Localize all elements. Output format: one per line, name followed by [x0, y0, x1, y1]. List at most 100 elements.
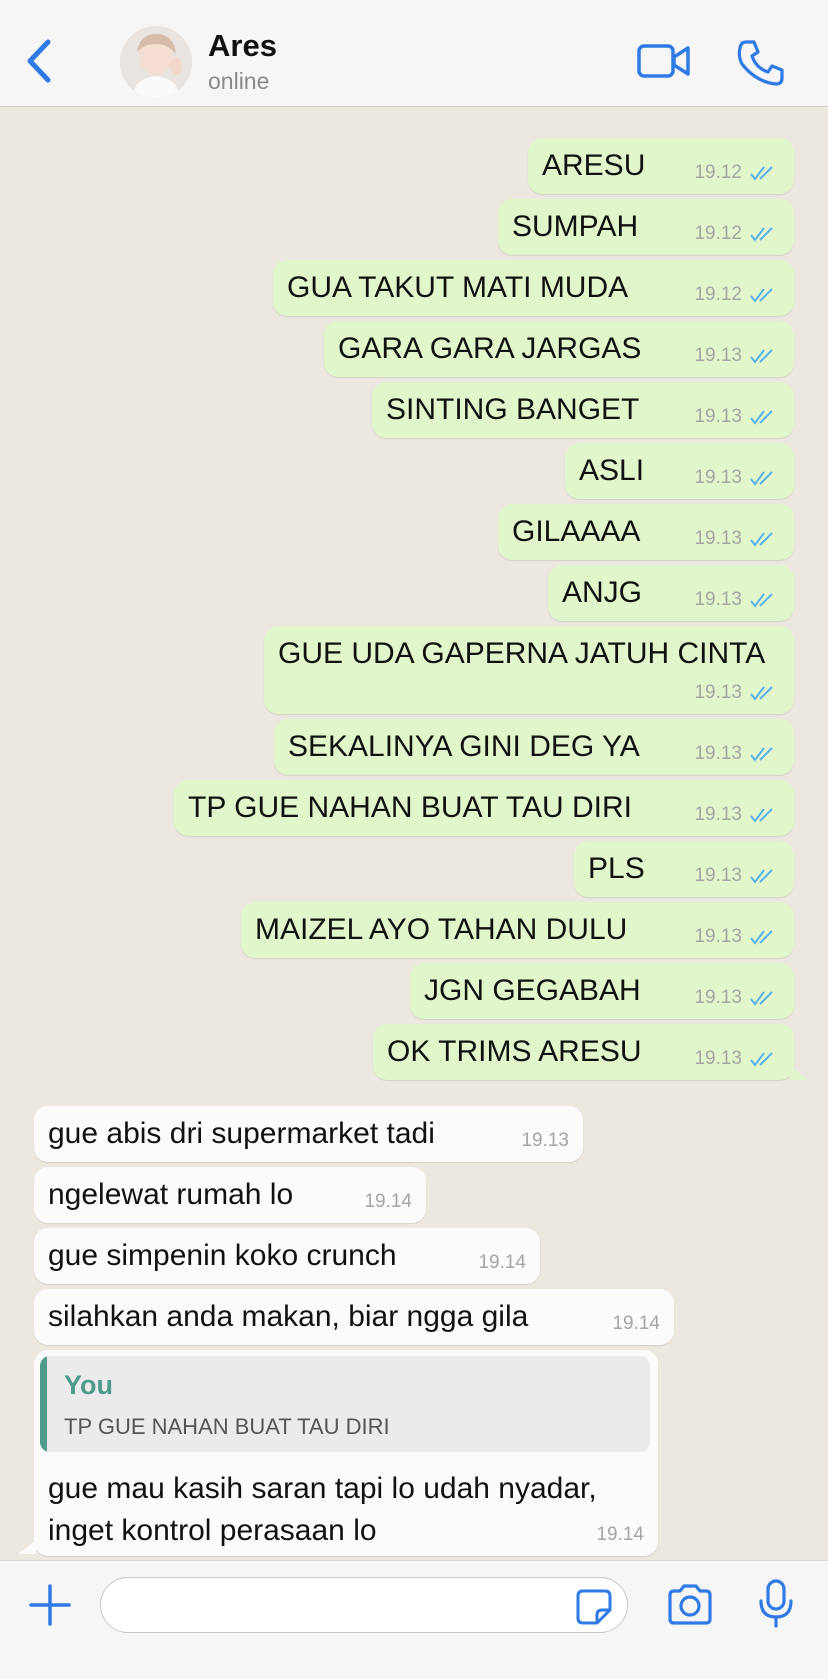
message-time: 19.14: [478, 1252, 526, 1273]
double-check-icon: [750, 808, 773, 823]
quoted-message[interactable]: You TP GUE NAHAN BUAT TAU DIRI: [40, 1356, 650, 1452]
message-meta: 19.13: [694, 926, 778, 948]
outgoing-message[interactable]: GUE UDA GAPERNA JATUH CINTA 19.13: [264, 626, 794, 714]
incoming-message[interactable]: gue simpenin koko crunch 19.14: [34, 1228, 540, 1284]
message-text: SEKALINYA GINI DEG YA: [288, 730, 640, 763]
outgoing-message[interactable]: ASLI 19.13: [565, 443, 794, 499]
contact-status: online: [208, 68, 270, 94]
message-meta: 19.13: [694, 589, 778, 611]
message-meta: 19.13: [694, 743, 778, 765]
back-button[interactable]: [22, 38, 58, 84]
sticker-button[interactable]: [575, 1588, 613, 1626]
message-time: 19.13: [694, 528, 742, 549]
message-meta: 19.12: [694, 223, 778, 245]
reply-line: gue mau kasih saran tapi lo udah nyadar,: [48, 1472, 597, 1505]
message-meta: 19.13: [694, 467, 778, 489]
double-check-icon: [750, 991, 773, 1006]
message-text: MAIZEL AYO TAHAN DULU: [255, 913, 628, 946]
outgoing-message[interactable]: SUMPAH 19.12: [498, 199, 794, 255]
double-check-icon: [750, 930, 773, 945]
message-text: SINTING BANGET: [386, 393, 640, 426]
chat-header: Ares online: [0, 0, 828, 107]
message-text: gue simpenin koko crunch: [48, 1239, 397, 1272]
message-time: 19.13: [694, 589, 742, 610]
chat-thread[interactable]: ARESU 19.12 SUMPAH 19.12 GUA TAKUT MATI …: [0, 108, 828, 1560]
message-text: SUMPAH: [512, 210, 639, 243]
message-time: 19.12: [694, 223, 742, 244]
message-meta: 19.13: [694, 682, 778, 704]
message-time: 19.13: [694, 987, 742, 1008]
message-time: 19.13: [694, 865, 742, 886]
message-time: 19.13: [694, 345, 742, 366]
double-check-icon: [750, 747, 773, 762]
message-time: 19.13: [521, 1130, 569, 1151]
outgoing-message[interactable]: PLS 19.13: [574, 841, 794, 897]
microphone-button[interactable]: [758, 1579, 794, 1629]
sticker-icon: [576, 1589, 612, 1625]
back-chevron-icon: [27, 39, 51, 83]
outgoing-message[interactable]: GILAAAA 19.13: [498, 504, 794, 560]
message-text: GUE UDA GAPERNA JATUH CINTA: [278, 637, 766, 670]
phone-call-button[interactable]: [736, 38, 786, 88]
outgoing-message[interactable]: TP GUE NAHAN BUAT TAU DIRI 19.13: [174, 780, 794, 836]
double-check-icon: [750, 471, 773, 486]
message-time: 19.13: [694, 406, 742, 427]
message-time: 19.14: [612, 1313, 660, 1334]
message-text: TP GUE NAHAN BUAT TAU DIRI: [188, 791, 632, 824]
quote-author: You: [64, 1370, 113, 1400]
outgoing-message[interactable]: ANJG 19.13: [548, 565, 794, 621]
message-meta: 19.13: [694, 406, 778, 428]
quote-text: TP GUE NAHAN BUAT TAU DIRI: [64, 1414, 390, 1439]
avatar[interactable]: [120, 26, 192, 98]
reply-message[interactable]: You TP GUE NAHAN BUAT TAU DIRI gue mau k…: [34, 1350, 658, 1556]
outgoing-message[interactable]: JGN GEGABAH 19.13: [410, 963, 794, 1019]
message-time: 19.13: [694, 682, 742, 703]
message-time: 19.14: [364, 1191, 412, 1212]
contact-name[interactable]: Ares: [208, 28, 277, 64]
message-text: ASLI: [579, 454, 645, 487]
message-text: GARA GARA JARGAS: [338, 332, 642, 365]
outgoing-message[interactable]: SEKALINYA GINI DEG YA 19.13: [274, 719, 794, 775]
double-check-icon: [750, 532, 773, 547]
video-call-button[interactable]: [637, 38, 691, 84]
message-text: PLS: [588, 852, 645, 885]
message-meta: 19.12: [694, 162, 778, 184]
input-bar: [0, 1560, 828, 1679]
message-time: 19.12: [694, 162, 742, 183]
message-input[interactable]: [100, 1577, 628, 1633]
double-check-icon: [750, 166, 773, 181]
incoming-message[interactable]: ngelewat rumah lo 19.14: [34, 1167, 426, 1223]
video-call-icon: [637, 44, 690, 78]
incoming-message[interactable]: gue abis dri supermarket tadi 19.13: [34, 1106, 583, 1162]
message-meta: 19.13: [694, 987, 778, 1009]
bubble-tail: [790, 1066, 808, 1080]
message-text: ANJG: [562, 576, 643, 609]
message-text: ARESU: [542, 149, 646, 182]
message-time: 19.14: [596, 1524, 644, 1545]
outgoing-message[interactable]: ARESU 19.12: [528, 138, 794, 194]
double-check-icon: [750, 288, 773, 303]
message-time: 19.12: [694, 284, 742, 305]
message-text: silahkan anda makan, biar ngga gila: [48, 1300, 529, 1333]
double-check-icon: [750, 686, 773, 701]
message-time: 19.13: [694, 467, 742, 488]
avatar-photo: [120, 26, 192, 98]
reply-line: inget kontrol perasaan lo: [48, 1514, 377, 1547]
outgoing-message[interactable]: OK TRIMS ARESU 19.13: [373, 1024, 794, 1080]
camera-button[interactable]: [666, 1583, 714, 1627]
attach-button[interactable]: [28, 1583, 72, 1627]
outgoing-message[interactable]: GUA TAKUT MATI MUDA 19.12: [273, 260, 794, 316]
incoming-message[interactable]: silahkan anda makan, biar ngga gila 19.1…: [34, 1289, 674, 1345]
outgoing-message[interactable]: MAIZEL AYO TAHAN DULU 19.13: [241, 902, 794, 958]
message-meta: 19.13: [694, 865, 778, 887]
outgoing-message[interactable]: SINTING BANGET 19.13: [372, 382, 794, 438]
outgoing-message[interactable]: GARA GARA JARGAS 19.13: [324, 321, 794, 377]
camera-icon: [668, 1584, 712, 1625]
double-check-icon: [750, 349, 773, 364]
phone-call-icon: [737, 40, 784, 86]
message-meta: 19.13: [694, 345, 778, 367]
message-text: OK TRIMS ARESU: [387, 1035, 642, 1068]
double-check-icon: [750, 227, 773, 242]
message-meta: 19.12: [694, 284, 778, 306]
double-check-icon: [750, 410, 773, 425]
